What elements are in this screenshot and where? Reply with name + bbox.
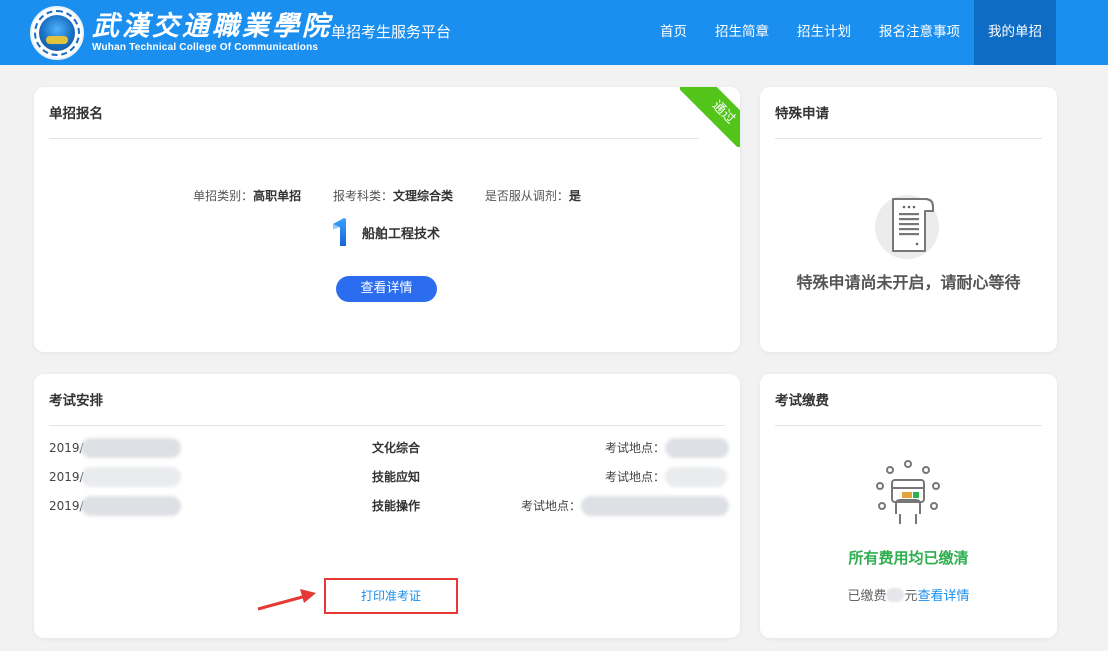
divider [49,425,725,426]
redacted-location [581,496,729,516]
exam-location-label: 考试地点： [521,499,582,513]
approved-ribbon-label: 通过 [680,87,740,147]
exam-fee-card: 考试缴费 所有费用均已缴清 已缴费 元查看详情 [760,374,1057,638]
document-scroll-icon [875,195,939,259]
view-fee-details-link[interactable]: 查看详情 [918,589,970,604]
payment-card-hand-icon [876,460,940,524]
redacted-date [81,496,181,516]
exam-date: 2019/ [49,441,84,455]
college-emblem-icon [30,6,84,60]
approved-ribbon: 通过 [680,87,740,147]
accept-adjustment-value: 是 [568,189,581,203]
view-signup-details-button[interactable]: 查看详情 [336,276,437,302]
redacted-location [665,467,727,487]
exam-location-label: 考试地点： [605,441,666,455]
divider [775,138,1042,139]
first-choice-icon [333,218,346,246]
accept-adjustment: 是否服从调剂：是 [485,189,581,203]
exam-row: 2019/ 技能应知 考试地点： [49,467,729,487]
special-application-message: 特殊申请尚未开启，请耐心等待 [796,273,1021,292]
signup-card: 单招报名 通过 单招类别：高职单招 报考科类：文理综合类 是否服从调剂：是 船舶… [34,87,740,352]
exam-card-title: 考试安排 [49,393,103,409]
print-admission-ticket-link[interactable]: 打印准考证 [326,580,456,612]
nav-admission-plan[interactable]: 招生计划 [783,0,865,65]
redacted-location [665,438,729,458]
fee-card-title: 考试缴费 [775,393,829,409]
divider [49,138,699,139]
top-header: 武漢交通職業學院 Wuhan Technical College Of Comm… [0,0,1108,65]
exam-schedule-card: 考试安排 2019/ 文化综合 考试地点： 2019/ 技能应知 考试地点： 2… [34,374,740,638]
divider [775,425,1042,426]
major-choice: 船舶工程技术 [330,215,440,249]
exam-row: 2019/ 文化综合 考试地点： [49,438,729,458]
signup-category-label: 单招类别： [193,189,254,203]
nav-my-enrollment[interactable]: 我的单招 [974,0,1056,65]
redacted-amount [886,588,905,602]
college-name-cn: 武漢交通職業學院 [92,11,332,42]
special-card-title: 特殊申请 [775,106,829,122]
exam-subject: 技能操作 [372,499,421,513]
exam-subject-category-value: 文理综合类 [393,189,454,203]
fee-status: 所有费用均已缴清 [848,549,969,567]
fee-paid-line: 已缴费 元查看详情 [760,585,1057,604]
exam-subject-category-label: 报考科类： [332,189,393,203]
nav-registration-notes[interactable]: 报名注意事项 [865,0,974,65]
signup-category: 单招类别：高职单招 [193,189,301,203]
platform-title: 单招考生服务平台 [331,23,452,41]
fee-paid-suffix: 元 [904,589,918,604]
exam-location-label: 考试地点： [605,470,666,484]
main-nav: 首页 招生简章 招生计划 报名注意事项 我的单招 [646,0,1056,65]
signup-card-title: 单招报名 [49,106,103,122]
accept-adjustment-label: 是否服从调剂： [484,189,569,203]
nav-admission-brochure[interactable]: 招生简章 [701,0,783,65]
signup-category-value: 高职单招 [253,189,302,203]
signup-info-row: 单招类别：高职单招 报考科类：文理综合类 是否服从调剂：是 [34,187,740,204]
exam-subject-category: 报考科类：文理综合类 [333,189,453,203]
pointer-arrow-icon [257,589,316,611]
college-logo[interactable]: 武漢交通職業學院 Wuhan Technical College Of Comm… [30,6,332,60]
college-name: 武漢交通職業學院 Wuhan Technical College Of Comm… [92,12,332,54]
exam-subject: 技能应知 [372,470,421,484]
nav-home[interactable]: 首页 [646,0,701,65]
major-name: 船舶工程技术 [362,226,441,242]
exam-date: 2019/ [49,499,84,513]
college-name-en: Wuhan Technical College Of Communication… [92,42,319,53]
fee-paid-prefix: 已缴费 [847,589,887,604]
special-application-card: 特殊申请 特殊申请尚未开启，请耐心等待 [760,87,1057,352]
exam-date: 2019/ [49,470,84,484]
redacted-date [81,438,181,458]
exam-row: 2019/ 技能操作 考试地点： [49,496,729,516]
exam-subject: 文化综合 [372,441,421,455]
redacted-date [81,467,181,487]
print-admission-ticket-highlight: 打印准考证 [324,578,458,614]
